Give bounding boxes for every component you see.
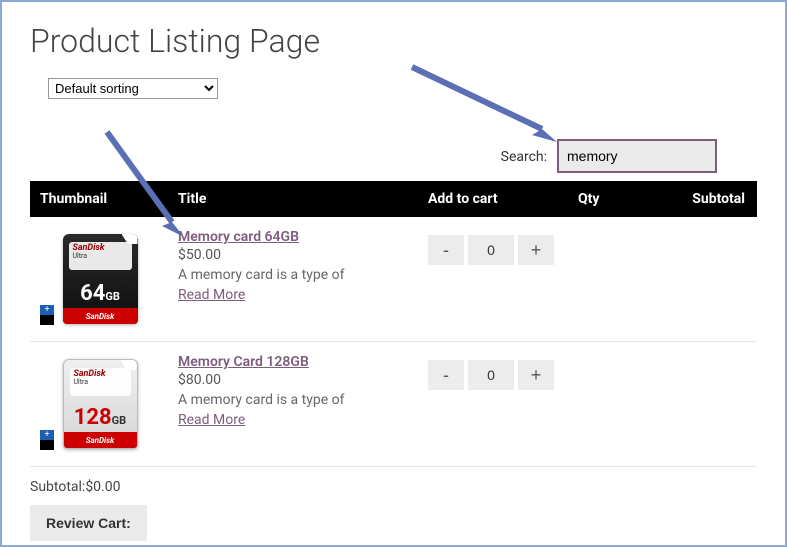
table-row: + SanDiskUltra 128GB SanDisk Memory Card… bbox=[30, 342, 757, 467]
qty-decrement-button[interactable]: - bbox=[428, 235, 464, 265]
col-qty: Qty bbox=[570, 181, 650, 217]
annotation-arrow-icon bbox=[402, 57, 572, 152]
addtocart-cell: - + bbox=[420, 217, 570, 342]
product-desc: A memory card is a type of bbox=[178, 267, 412, 283]
thumbnail-cell: + SanDiskUltra 128GB SanDisk bbox=[30, 342, 170, 467]
product-desc: A memory card is a type of bbox=[178, 392, 412, 408]
compare-badge-icon: + bbox=[40, 430, 54, 450]
search-input[interactable] bbox=[557, 139, 717, 173]
product-title-link[interactable]: Memory card 64GB bbox=[178, 229, 299, 245]
col-subtotal: Subtotal bbox=[650, 181, 757, 217]
qty-increment-button[interactable]: + bbox=[518, 235, 554, 265]
product-thumbnail[interactable]: SanDiskUltra 64GB SanDisk bbox=[63, 234, 138, 324]
qty-input[interactable] bbox=[468, 360, 514, 390]
search-row: Search: bbox=[30, 139, 757, 173]
col-thumbnail: Thumbnail bbox=[30, 181, 170, 217]
thumbnail-cell: + SanDiskUltra 64GB SanDisk bbox=[30, 217, 170, 342]
addtocart-cell: - + bbox=[420, 342, 570, 467]
cart-subtotal-row: Subtotal:$0.00 bbox=[30, 479, 757, 495]
qty-stepper: - + bbox=[428, 360, 554, 390]
page-title: Product Listing Page bbox=[30, 22, 757, 60]
qty-cell bbox=[570, 342, 650, 467]
sorting-select[interactable]: Default sorting bbox=[48, 78, 218, 99]
product-price: $80.00 bbox=[178, 372, 412, 388]
product-title-link[interactable]: Memory Card 128GB bbox=[178, 354, 309, 370]
compare-badge-icon: + bbox=[40, 305, 54, 325]
subtotal-cell bbox=[650, 342, 757, 467]
product-table: Thumbnail Title Add to cart Qty Subtotal… bbox=[30, 181, 757, 467]
product-thumbnail[interactable]: SanDiskUltra 128GB SanDisk bbox=[63, 359, 138, 449]
subtotal-label: Subtotal: bbox=[30, 479, 85, 495]
read-more-link[interactable]: Read More bbox=[178, 287, 245, 303]
search-label: Search: bbox=[501, 149, 547, 165]
table-header-row: Thumbnail Title Add to cart Qty Subtotal bbox=[30, 181, 757, 217]
subtotal-value: $0.00 bbox=[85, 479, 120, 495]
title-cell: Memory card 64GB $50.00 A memory card is… bbox=[170, 217, 420, 342]
subtotal-cell bbox=[650, 217, 757, 342]
qty-decrement-button[interactable]: - bbox=[428, 360, 464, 390]
qty-stepper: - + bbox=[428, 235, 554, 265]
product-price: $50.00 bbox=[178, 247, 412, 263]
col-title: Title bbox=[170, 181, 420, 217]
review-cart-button[interactable]: Review Cart: bbox=[30, 505, 147, 541]
title-cell: Memory Card 128GB $80.00 A memory card i… bbox=[170, 342, 420, 467]
qty-cell bbox=[570, 217, 650, 342]
read-more-link[interactable]: Read More bbox=[178, 412, 245, 428]
col-addtocart: Add to cart bbox=[420, 181, 570, 217]
table-row: + SanDiskUltra 64GB SanDisk Memory card … bbox=[30, 217, 757, 342]
qty-increment-button[interactable]: + bbox=[518, 360, 554, 390]
qty-input[interactable] bbox=[468, 235, 514, 265]
